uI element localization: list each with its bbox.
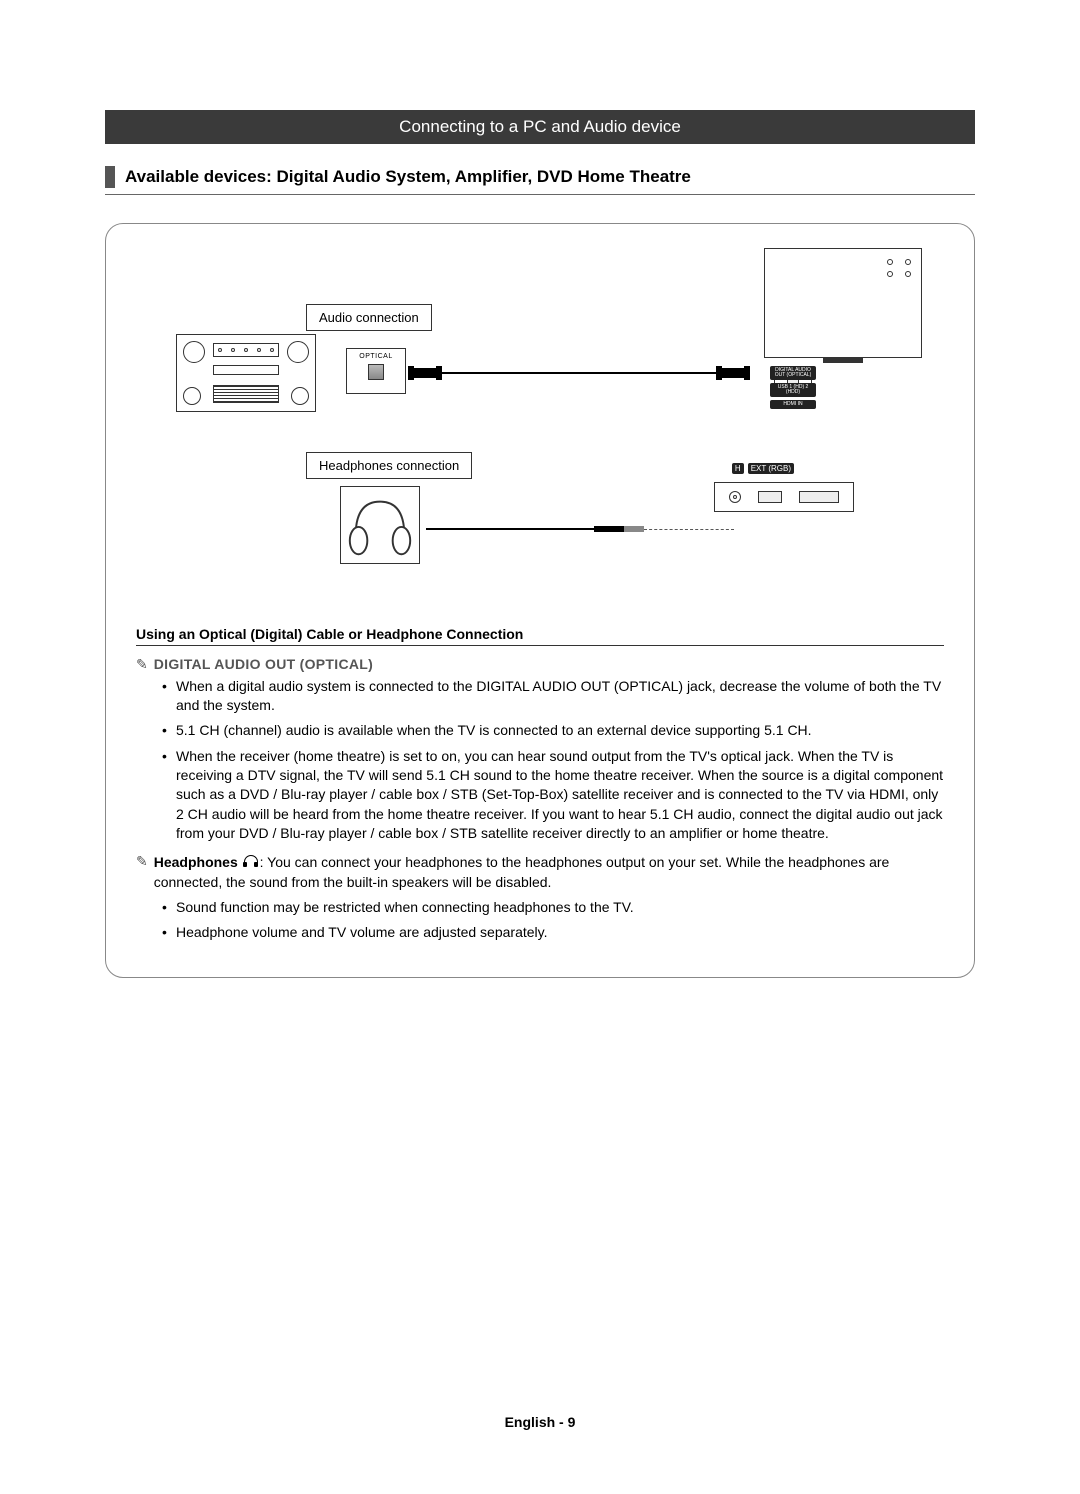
bullets-headphones: Sound function may be restricted when co… bbox=[136, 898, 944, 943]
bottom-panel-port-labels: H EXT (RGB) bbox=[732, 463, 794, 474]
note-digital-audio: ✎ DIGITAL AUDIO OUT (OPTICAL) bbox=[136, 656, 944, 673]
bullet-item: When the receiver (home theatre) is set … bbox=[176, 747, 944, 844]
section-title: Using an Optical (Digital) Cable or Head… bbox=[136, 626, 944, 646]
note1-label: DIGITAL AUDIO OUT (OPTICAL) bbox=[154, 656, 373, 672]
audio-connection-label: Audio connection bbox=[306, 304, 432, 331]
optical-module-label: OPTICAL bbox=[347, 353, 405, 360]
bullet-item: Sound function may be restricted when co… bbox=[176, 898, 944, 917]
headphones-note-text: : You can connect your headphones to the… bbox=[154, 854, 890, 889]
hand-icon: ✎ bbox=[136, 656, 148, 673]
subheading-row: Available devices: Digital Audio System,… bbox=[105, 166, 975, 195]
page-footer: English - 9 bbox=[0, 1414, 1080, 1430]
headphones-icon bbox=[340, 486, 420, 564]
accent-bar bbox=[105, 166, 115, 188]
audio-system-icon bbox=[176, 334, 316, 412]
bullets-digital-audio: When a digital audio system is connected… bbox=[136, 677, 944, 844]
hand-icon: ✎ bbox=[136, 853, 148, 870]
subheading-text: Available devices: Digital Audio System,… bbox=[125, 167, 691, 187]
port-label-optical: DIGITAL AUDIO OUT (OPTICAL) bbox=[770, 366, 816, 380]
headphones-connection-label: Headphones connection bbox=[306, 452, 472, 479]
tv-back-panel-icon bbox=[764, 248, 922, 358]
diagram-container: Audio connection Headphones connection D… bbox=[105, 223, 975, 978]
port-label-hdmi: HDMI IN bbox=[770, 400, 816, 409]
bullet-item: When a digital audio system is connected… bbox=[176, 677, 944, 716]
headphones-glyph-icon bbox=[244, 855, 258, 867]
page-title-bar: Connecting to a PC and Audio device bbox=[105, 110, 975, 144]
tv-port-labels: DIGITAL AUDIO OUT (OPTICAL) USB 1 (HD) 2… bbox=[770, 366, 816, 409]
optical-cable-icon bbox=[414, 368, 744, 378]
port-label-usb: USB 1 (HD) 2 (HDD) bbox=[770, 383, 816, 397]
tv-side-panel-icon bbox=[714, 482, 854, 512]
headphones-bold: Headphones bbox=[154, 854, 238, 870]
bullet-item: 5.1 CH (channel) audio is available when… bbox=[176, 721, 944, 740]
diagram-area: Audio connection Headphones connection D… bbox=[136, 248, 944, 598]
headphone-cable-icon bbox=[426, 526, 734, 532]
bullet-item: Headphone volume and TV volume are adjus… bbox=[176, 923, 944, 942]
optical-module-icon: OPTICAL bbox=[346, 348, 406, 394]
note-headphones: ✎ Headphones : You can connect your head… bbox=[136, 853, 944, 892]
